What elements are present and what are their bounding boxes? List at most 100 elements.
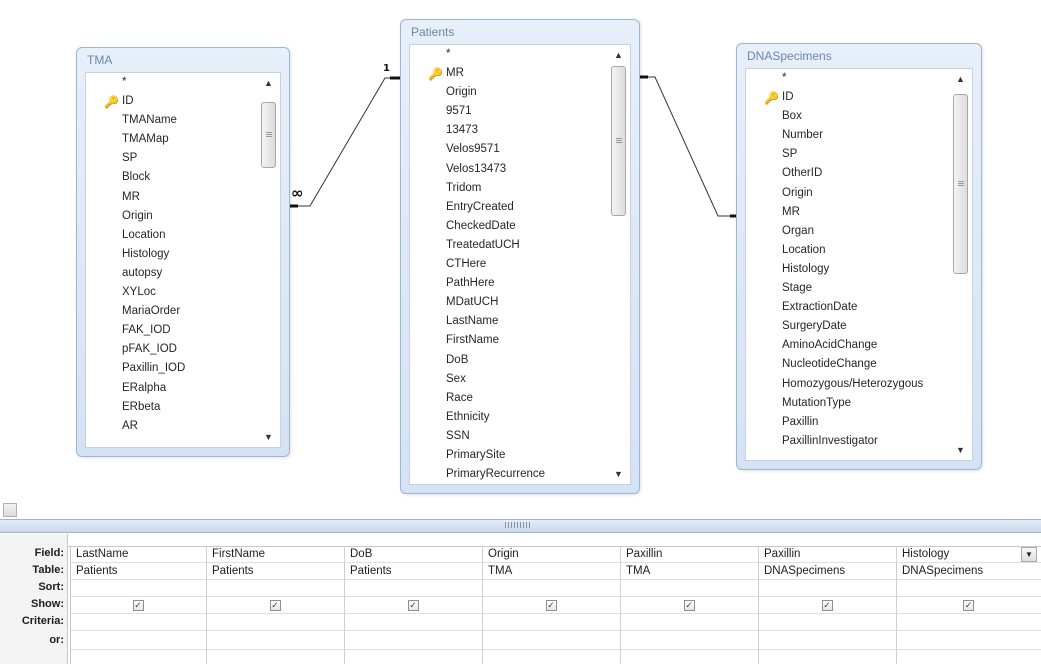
- grid-column[interactable]: DoB Patients ✓: [344, 546, 482, 664]
- field-item[interactable]: TreatedatUCH: [410, 236, 608, 255]
- grid-cell-show[interactable]: ✓: [759, 597, 896, 614]
- field-item[interactable]: Sex: [410, 370, 608, 389]
- arrow-down-icon[interactable]: ▼: [610, 467, 627, 481]
- scroll-corner-button[interactable]: [3, 503, 17, 517]
- grid-column[interactable]: LastName Patients ✓: [70, 546, 206, 664]
- table-title[interactable]: Patients: [411, 25, 454, 39]
- grid-cell-sort[interactable]: [897, 580, 1041, 597]
- grid-cell-or[interactable]: [483, 633, 620, 650]
- grid-cell-sort[interactable]: [621, 580, 758, 597]
- field-list[interactable]: * 🔑 MR Origin 9571 13473 Velos9571 Velos13473 Tr…: [409, 44, 631, 485]
- grid-cell-field[interactable]: DoB: [345, 546, 482, 563]
- grid-cell-field[interactable]: Origin: [483, 546, 620, 563]
- show-checkbox[interactable]: ✓: [269, 600, 281, 611]
- show-checkbox[interactable]: ✓: [545, 600, 557, 611]
- field-item[interactable]: 🔑 ID: [746, 88, 950, 107]
- field-item[interactable]: Histology: [746, 260, 950, 279]
- arrow-up-icon[interactable]: ▲: [610, 48, 627, 62]
- field-item[interactable]: CTHere: [410, 255, 608, 274]
- field-item[interactable]: ExtractionDate: [746, 298, 950, 317]
- grid-cell-field[interactable]: Paxillin: [621, 546, 758, 563]
- field-item[interactable]: MutationType: [746, 394, 950, 413]
- field-item[interactable]: pFAK_IOD: [86, 340, 258, 359]
- field-item[interactable]: PaxillinInvestigator: [746, 432, 950, 451]
- field-item[interactable]: TMAName: [86, 111, 258, 130]
- show-checkbox[interactable]: ✓: [683, 600, 695, 611]
- arrow-down-icon[interactable]: ▼: [952, 443, 969, 457]
- grid-cell-sort[interactable]: [759, 580, 896, 597]
- grid-cell-show[interactable]: ✓: [483, 597, 620, 614]
- field-item[interactable]: SP: [746, 145, 950, 164]
- scroll-thumb[interactable]: [953, 94, 968, 274]
- field-item[interactable]: Race: [410, 389, 608, 408]
- pane-splitter[interactable]: [0, 519, 1041, 533]
- field-item[interactable]: SurgeryDate: [746, 317, 950, 336]
- field-item[interactable]: PrimarySite: [410, 446, 608, 465]
- arrow-up-icon[interactable]: ▲: [260, 76, 277, 90]
- grid-cell-table[interactable]: DNASpecimens: [759, 563, 896, 580]
- grid-column[interactable]: FirstName Patients ✓: [206, 546, 344, 664]
- scroll-thumb[interactable]: [611, 66, 626, 216]
- show-checkbox[interactable]: ✓: [963, 600, 974, 611]
- field-item[interactable]: CheckedDate: [410, 217, 608, 236]
- grid-cell-sort[interactable]: [483, 580, 620, 597]
- table-title[interactable]: TMA: [87, 53, 112, 67]
- grid-cell-sort[interactable]: [207, 580, 344, 597]
- vertical-scrollbar[interactable]: ▲ ▼: [260, 76, 277, 444]
- grid-cell-criteria[interactable]: [483, 614, 620, 631]
- field-item[interactable]: DoB: [410, 351, 608, 370]
- grid-cell-criteria[interactable]: [207, 614, 344, 631]
- field-item[interactable]: Block: [86, 168, 258, 187]
- patients-table-box[interactable]: Patients * 🔑 MR Origin 9571 13473 Velos9571 Vel…: [400, 19, 640, 494]
- grid-column[interactable]: Paxillin TMA ✓: [620, 546, 758, 664]
- chevron-down-icon[interactable]: ▼: [1021, 547, 1037, 562]
- field-item[interactable]: Location: [746, 241, 950, 260]
- field-item[interactable]: Histology: [86, 245, 258, 264]
- grid-cell-field[interactable]: Histology: [897, 546, 1041, 563]
- grid-cell-or[interactable]: [897, 633, 1041, 650]
- field-item[interactable]: Ethnicity: [410, 408, 608, 427]
- arrow-up-icon[interactable]: ▲: [952, 72, 969, 86]
- grid-cell-criteria[interactable]: [71, 614, 206, 631]
- show-checkbox[interactable]: ✓: [132, 600, 144, 611]
- field-item[interactable]: Origin: [86, 207, 258, 226]
- field-list[interactable]: * 🔑 ID Box Number SP OtherID Origin MR Organ Locat…: [745, 68, 973, 461]
- grid-cell-field[interactable]: Paxillin: [759, 546, 896, 563]
- field-item[interactable]: 9571: [410, 102, 608, 121]
- field-item[interactable]: SP: [86, 149, 258, 168]
- field-item[interactable]: Origin: [410, 83, 608, 102]
- grid-column[interactable]: Histology ▼ DNASpecimens ✓: [896, 546, 1041, 664]
- grid-cell-criteria[interactable]: [897, 614, 1041, 631]
- grid-cell-show[interactable]: ✓: [621, 597, 758, 614]
- scroll-thumb[interactable]: [261, 102, 276, 168]
- query-design-grid[interactable]: Field: Table: Sort: Show: Criteria: or: …: [0, 534, 1041, 664]
- all-fields-item[interactable]: *: [746, 69, 950, 88]
- grid-cell-sort[interactable]: [345, 580, 482, 597]
- field-item[interactable]: Location: [86, 226, 258, 245]
- grid-cell-or[interactable]: [207, 633, 344, 650]
- field-item[interactable]: TMAMap: [86, 130, 258, 149]
- field-item[interactable]: FirstName: [410, 331, 608, 350]
- grid-cell-show[interactable]: ✓: [207, 597, 344, 614]
- show-checkbox[interactable]: ✓: [821, 600, 833, 611]
- field-item[interactable]: Paxillin_IOD: [86, 359, 258, 378]
- grid-cell-or[interactable]: [621, 633, 758, 650]
- field-item[interactable]: 🔑 ID: [86, 92, 258, 111]
- field-item[interactable]: 🔑 MR: [410, 64, 608, 83]
- grid-cell-field[interactable]: LastName: [71, 546, 206, 563]
- show-checkbox[interactable]: ✓: [407, 600, 419, 611]
- field-item[interactable]: MariaOrder: [86, 302, 258, 321]
- grid-cell-or[interactable]: [345, 633, 482, 650]
- field-item[interactable]: Box: [746, 107, 950, 126]
- vertical-scrollbar[interactable]: ▲ ▼: [610, 48, 627, 481]
- field-item[interactable]: ERalpha: [86, 379, 258, 398]
- field-item[interactable]: LastName: [410, 312, 608, 331]
- grid-cell-show[interactable]: ✓: [71, 597, 206, 614]
- grid-cell-field[interactable]: FirstName: [207, 546, 344, 563]
- grid-cell-show[interactable]: ✓: [897, 597, 1041, 614]
- field-item[interactable]: FAK_IOD: [86, 321, 258, 340]
- field-item[interactable]: MDatUCH: [410, 293, 608, 312]
- grid-column[interactable]: Origin TMA ✓: [482, 546, 620, 664]
- grid-cell-criteria[interactable]: [759, 614, 896, 631]
- all-fields-item[interactable]: *: [410, 45, 608, 64]
